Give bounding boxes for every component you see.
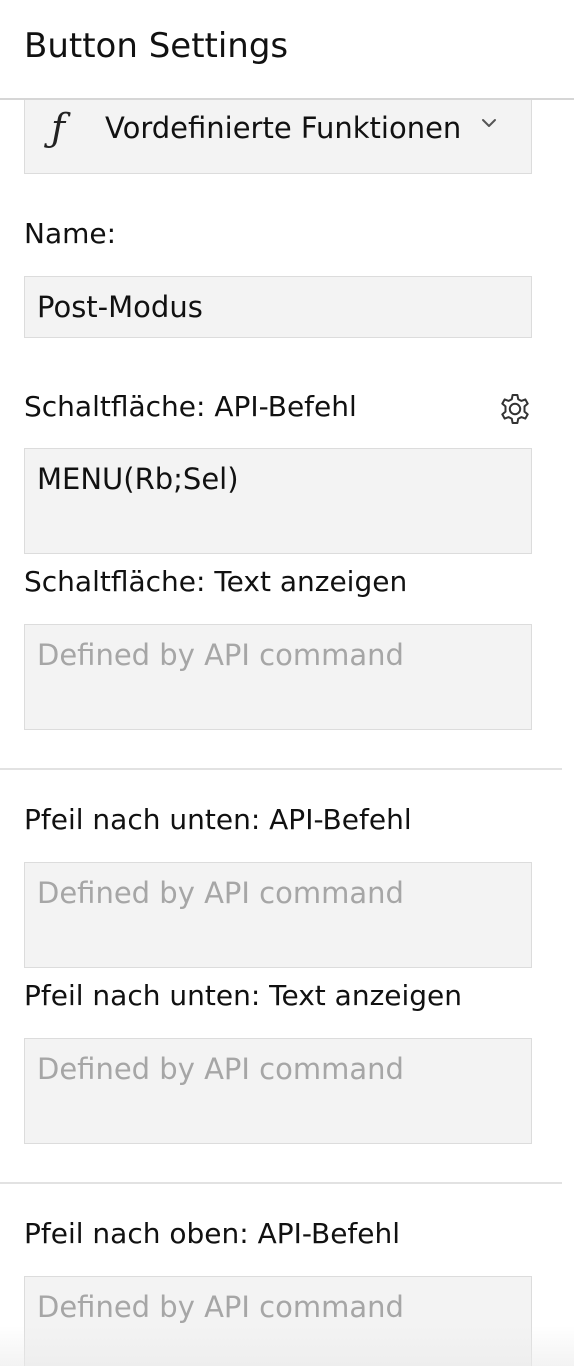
predefined-functions-label: Vordefinierte Funktionen xyxy=(105,111,462,145)
panel-title: Button Settings xyxy=(24,26,289,66)
button-display-text-label: Schaltfläche: Text anzeigen xyxy=(24,565,408,598)
section-divider xyxy=(0,1182,562,1184)
arrow-down-display-text-input[interactable] xyxy=(24,1038,532,1144)
section-divider xyxy=(0,768,562,770)
chevron-down-icon xyxy=(482,119,496,127)
panel-header: Button Settings xyxy=(0,0,574,100)
button-settings-panel: Button Settings ƒ Vordefinierte Funktion… xyxy=(0,0,574,1366)
button-api-command-input[interactable]: MENU(Rb;Sel) xyxy=(24,448,532,554)
function-icon: ƒ xyxy=(51,106,66,150)
gear-icon[interactable] xyxy=(498,392,532,426)
arrow-down-api-command-label: Pfeil nach unten: API-Befehl xyxy=(24,803,412,836)
name-input[interactable] xyxy=(24,276,532,338)
arrow-up-api-command-input[interactable] xyxy=(24,1276,532,1366)
arrow-down-api-command-input[interactable] xyxy=(24,862,532,968)
arrow-down-display-text-label: Pfeil nach unten: Text anzeigen xyxy=(24,979,463,1012)
name-label: Name: xyxy=(24,217,117,250)
arrow-up-api-command-label: Pfeil nach oben: API-Befehl xyxy=(24,1217,401,1250)
predefined-functions-dropdown[interactable]: ƒ Vordefinierte Funktionen xyxy=(24,100,532,174)
button-display-text-input[interactable] xyxy=(24,624,532,730)
button-api-command-label: Schaltfläche: API-Befehl xyxy=(24,390,357,423)
